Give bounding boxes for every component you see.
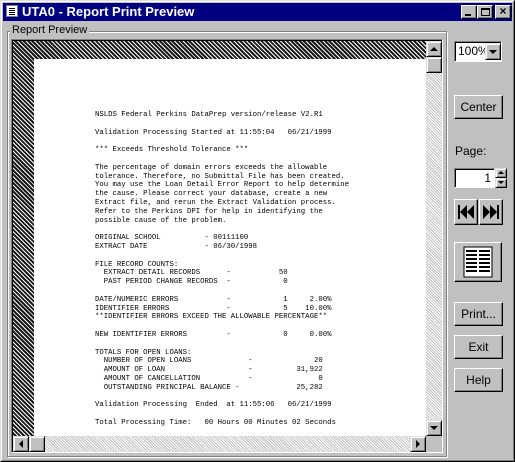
maximize-icon	[481, 8, 490, 16]
help-button-label: Help	[466, 373, 491, 387]
first-page-icon	[458, 205, 474, 219]
last-page-icon	[483, 205, 499, 219]
multi-page-view-icon	[463, 246, 493, 278]
app-icon[interactable]	[6, 5, 18, 17]
exit-button[interactable]: Exit	[454, 335, 503, 359]
arrow-left-icon	[19, 440, 23, 448]
help-button[interactable]: Help	[454, 368, 503, 392]
scroll-left-button[interactable]	[13, 436, 29, 452]
last-page-button[interactable]	[479, 199, 503, 225]
close-icon: ×	[499, 4, 507, 18]
page-number-input[interactable]: 1	[454, 168, 495, 188]
scroll-corner	[426, 436, 442, 452]
page-decrement-button[interactable]	[495, 178, 507, 188]
vertical-scroll-thumb[interactable]	[426, 57, 442, 73]
arrow-right-icon	[416, 440, 420, 448]
page-label: Page:	[455, 144, 487, 158]
exit-button-label: Exit	[468, 340, 489, 354]
horizontal-scrollbar[interactable]	[13, 436, 426, 452]
zoom-dropdown-button[interactable]	[485, 43, 501, 60]
close-button[interactable]: ×	[495, 5, 511, 19]
arrow-down-icon	[498, 181, 504, 184]
chevron-down-icon	[489, 50, 497, 54]
report-print-preview-window: UTA0 - Report Print Preview × Report Pre…	[0, 0, 515, 462]
page-increment-button[interactable]	[495, 168, 507, 178]
arrow-up-icon	[498, 171, 504, 174]
print-button-label: Print...	[461, 307, 496, 321]
first-page-button[interactable]	[454, 199, 478, 225]
zoom-select[interactable]: 100%	[454, 41, 502, 62]
page-number-value: 1	[484, 171, 491, 185]
minimize-button[interactable]	[461, 5, 477, 19]
print-button[interactable]: Print...	[454, 302, 503, 326]
maximize-button[interactable]	[477, 5, 493, 19]
multi-page-view-button[interactable]	[454, 242, 502, 282]
report-page: NSLDS Federal Perkins DataPrep version/r…	[34, 59, 426, 436]
report-preview-label: Report Preview	[10, 23, 90, 37]
arrow-down-icon	[430, 426, 438, 430]
scroll-right-button[interactable]	[410, 436, 426, 452]
center-button-label: Center	[460, 100, 497, 114]
center-button[interactable]: Center	[454, 95, 503, 119]
scroll-down-button[interactable]	[426, 420, 442, 436]
horizontal-scroll-thumb[interactable]	[29, 436, 45, 452]
preview-canvas[interactable]: NSLDS Federal Perkins DataPrep version/r…	[13, 41, 426, 436]
scroll-up-button[interactable]	[426, 41, 442, 57]
title-bar[interactable]: UTA0 - Report Print Preview ×	[3, 3, 512, 21]
report-text: NSLDS Federal Perkins DataPrep version/r…	[95, 111, 349, 427]
arrow-up-icon	[430, 47, 438, 51]
window-title: UTA0 - Report Print Preview	[22, 4, 195, 19]
vertical-scrollbar[interactable]	[426, 41, 442, 436]
minimize-icon	[465, 14, 471, 16]
preview-pane: NSLDS Federal Perkins DataPrep version/r…	[11, 39, 443, 453]
